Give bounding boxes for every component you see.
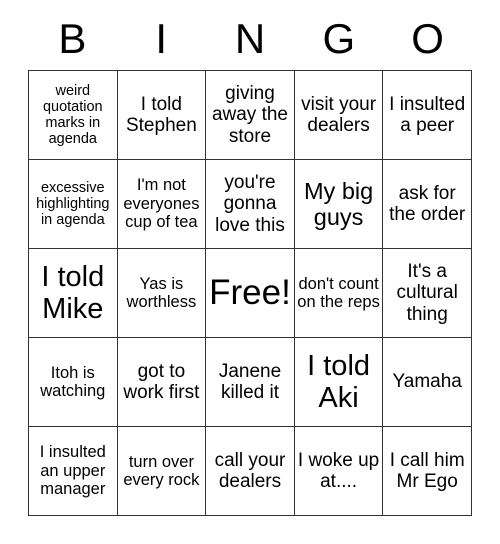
bingo-header-letter-b: B: [58, 15, 87, 62]
bingo-row: weird quotation marks in agenda I told S…: [29, 71, 472, 160]
bingo-header-letter-o: O: [411, 15, 444, 62]
bingo-cell-label: I insulted an upper manager: [39, 443, 106, 499]
bingo-cell-label: Janene killed it: [218, 360, 282, 403]
bingo-cell-label: weird quotation marks in agenda: [42, 82, 103, 148]
bingo-cell-label: you're gonna love this: [215, 172, 285, 236]
bingo-row: I told Mike Yas is worthless Free! don't…: [29, 249, 472, 338]
bingo-cell[interactable]: My big guys: [294, 160, 384, 249]
bingo-cell-label: Itoh is watching: [40, 363, 106, 400]
bingo-row: Itoh is watching got to work first Janen…: [29, 338, 472, 427]
bingo-cell-label: I told Aki: [307, 349, 371, 414]
bingo-cell[interactable]: giving away the store: [206, 71, 295, 160]
bingo-cell[interactable]: you're gonna love this: [206, 160, 295, 249]
bingo-cell-label: My big guys: [303, 177, 374, 230]
bingo-cell-label: don't count on the reps: [297, 274, 380, 311]
bingo-cell[interactable]: I told Stephen: [117, 71, 207, 160]
bingo-row: excessive highlighting in agenda I'm not…: [29, 160, 472, 249]
bingo-cell-label: Free!: [209, 273, 291, 313]
bingo-cell[interactable]: I insulted a peer: [383, 71, 472, 160]
bingo-row: I insulted an upper manager turn over ev…: [29, 427, 472, 516]
bingo-cell[interactable]: turn over every rock: [117, 427, 207, 516]
bingo-cell-label: I told Mike: [41, 260, 105, 325]
bingo-cell-label: I insulted a peer: [389, 93, 466, 136]
bingo-cell[interactable]: I'm not everyones cup of tea: [117, 160, 207, 249]
bingo-cell-label: Yas is worthless: [126, 274, 197, 311]
bingo-cell-label: turn over every rock: [123, 452, 200, 489]
bingo-cell[interactable]: call your dealers: [206, 427, 295, 516]
bingo-cell[interactable]: It's a cultural thing: [383, 249, 472, 338]
bingo-cell-label: giving away the store: [211, 83, 288, 147]
bingo-cell-label: I'm not everyones cup of tea: [123, 176, 200, 232]
bingo-header-row: B I N G O: [28, 8, 472, 70]
bingo-cell-label: got to work first: [123, 360, 200, 403]
bingo-grid: weird quotation marks in agenda I told S…: [28, 70, 472, 516]
bingo-cell[interactable]: visit your dealers: [294, 71, 384, 160]
bingo-cell-label: I call him Mr Ego: [389, 449, 465, 492]
bingo-cell[interactable]: excessive highlighting in agenda: [29, 160, 118, 249]
bingo-cell-label: visit your dealers: [301, 93, 377, 136]
bingo-cell-label: call your dealers: [214, 449, 286, 492]
bingo-cell[interactable]: weird quotation marks in agenda: [29, 71, 118, 160]
bingo-cell[interactable]: I insulted an upper manager: [29, 427, 118, 516]
bingo-cell[interactable]: I told Aki: [294, 338, 384, 427]
bingo-cell[interactable]: Yas is worthless: [117, 249, 207, 338]
bingo-cell-label: Yamaha: [392, 371, 462, 393]
bingo-cell-label: I woke up at....: [297, 449, 380, 492]
bingo-card: B I N G O weird quotation marks in agend…: [28, 8, 472, 516]
bingo-cell[interactable]: I woke up at....: [294, 427, 384, 516]
bingo-cell[interactable]: Itoh is watching: [29, 338, 118, 427]
bingo-header-letter-i: I: [155, 15, 168, 62]
bingo-cell[interactable]: ask for the order: [383, 160, 472, 249]
bingo-cell-free[interactable]: Free!: [206, 249, 295, 338]
bingo-cell-label: It's a cultural thing: [396, 261, 458, 325]
bingo-cell[interactable]: Janene killed it: [206, 338, 295, 427]
bingo-cell[interactable]: I told Mike: [29, 249, 118, 338]
bingo-cell[interactable]: don't count on the reps: [294, 249, 384, 338]
bingo-cell[interactable]: I call him Mr Ego: [383, 427, 472, 516]
bingo-cell[interactable]: got to work first: [117, 338, 207, 427]
bingo-header-letter-n: N: [234, 15, 266, 62]
bingo-cell-label: excessive highlighting in agenda: [36, 179, 110, 229]
bingo-cell[interactable]: Yamaha: [383, 338, 472, 427]
bingo-header-letter-g: G: [322, 15, 356, 62]
bingo-cell-label: I told Stephen: [125, 93, 197, 136]
bingo-cell-label: ask for the order: [389, 182, 466, 225]
